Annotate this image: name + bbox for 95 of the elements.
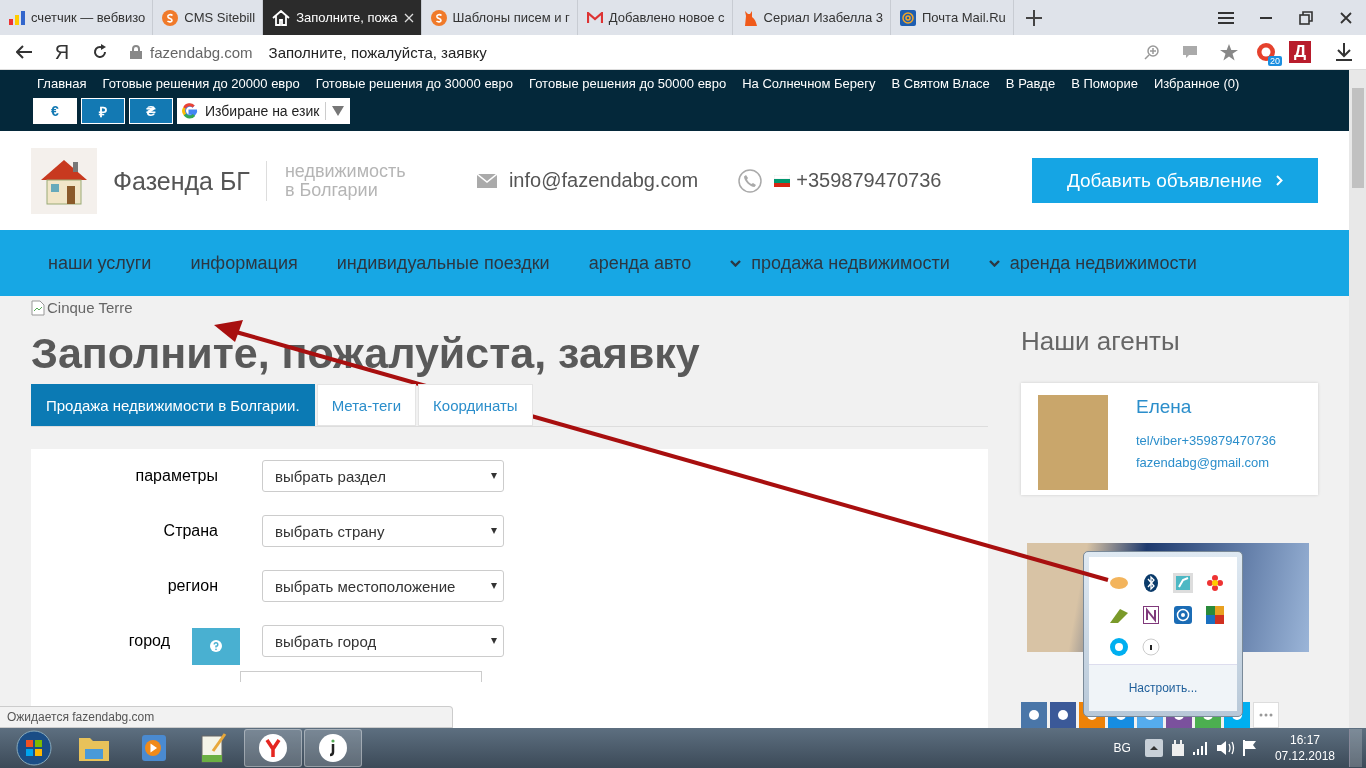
folder-icon[interactable] bbox=[79, 735, 109, 761]
share-button[interactable] bbox=[1050, 702, 1076, 728]
input-field[interactable] bbox=[240, 671, 482, 682]
phone-text: +359879470736 bbox=[796, 169, 942, 192]
field-label: город bbox=[128, 632, 170, 650]
image-alt-text: Cinque Terre bbox=[47, 299, 133, 316]
close-icon[interactable] bbox=[1340, 11, 1352, 24]
currency-button[interactable]: ₴ bbox=[129, 98, 173, 124]
site-name: Фазенда БГ bbox=[113, 160, 267, 201]
field-label: регион bbox=[167, 577, 218, 595]
agent-phone[interactable]: tel/viber+359879470736 bbox=[1136, 430, 1276, 452]
flag-icon[interactable] bbox=[1242, 740, 1257, 756]
signal-icon[interactable] bbox=[1192, 741, 1209, 755]
currency-button[interactable]: ₽ bbox=[81, 98, 125, 124]
yandex-button[interactable]: Я bbox=[46, 38, 78, 66]
flag-icon bbox=[774, 174, 791, 187]
notepad-icon[interactable] bbox=[201, 733, 227, 763]
yandex-browser-icon[interactable] bbox=[258, 733, 288, 763]
menu-item[interactable]: наши услуги bbox=[48, 252, 152, 274]
share-icon bbox=[1057, 709, 1069, 721]
back-arrow-icon bbox=[16, 45, 32, 59]
nav-link[interactable]: Готовые решения до 50000 евро bbox=[529, 76, 727, 91]
select-field[interactable]: выбрать город bbox=[262, 625, 504, 657]
leaf-icon[interactable] bbox=[1110, 607, 1128, 623]
more-icon bbox=[1259, 713, 1273, 717]
browser-tab[interactable]: Заполните, пожа bbox=[263, 0, 422, 35]
select-field[interactable]: выбрать страну bbox=[262, 515, 504, 547]
share-button[interactable] bbox=[1021, 702, 1047, 728]
customize-link[interactable]: Настроить... bbox=[1128, 681, 1198, 695]
select-field[interactable]: выбрать раздел bbox=[262, 460, 504, 492]
broken-image-icon bbox=[31, 299, 45, 316]
agents-title: Наши агенты bbox=[1021, 326, 1181, 357]
status-text: Ожидается fazendabg.com bbox=[0, 706, 453, 728]
s-logo-icon bbox=[162, 9, 179, 26]
power-plug-icon[interactable] bbox=[1170, 740, 1185, 756]
notebook-icon[interactable] bbox=[1143, 606, 1159, 624]
question-icon bbox=[210, 640, 222, 652]
menu-item[interactable]: информация bbox=[190, 252, 298, 274]
phone-icon bbox=[738, 168, 763, 193]
agent-name[interactable]: Елена bbox=[1136, 396, 1276, 418]
form-tab[interactable]: Координаты bbox=[418, 384, 533, 426]
lock-icon bbox=[130, 45, 142, 59]
minimize-icon[interactable] bbox=[1260, 16, 1272, 19]
tiles-icon[interactable] bbox=[1206, 606, 1224, 624]
menu-icon[interactable] bbox=[1218, 11, 1234, 24]
menu-item[interactable]: индивидуальные поездки bbox=[336, 252, 550, 274]
play-icon[interactable] bbox=[142, 735, 166, 761]
menu-item[interactable]: продажа недвижимости bbox=[730, 252, 950, 274]
envelope-icon bbox=[586, 11, 603, 24]
nav-link[interactable]: Избранное (0) bbox=[1153, 76, 1240, 91]
chevron-right-icon bbox=[1276, 175, 1284, 186]
field-label: Страна bbox=[163, 522, 218, 540]
volume-icon[interactable] bbox=[1216, 741, 1235, 755]
menu-item[interactable]: аренда авто bbox=[588, 252, 692, 274]
form-tab[interactable]: Мета-теги bbox=[316, 384, 417, 426]
gauge-icon[interactable] bbox=[1174, 606, 1192, 624]
nav-link[interactable]: На Солнечном Берегу bbox=[742, 76, 876, 91]
agent-email[interactable]: fazendabg@gmail.com bbox=[1136, 452, 1276, 474]
nav-link[interactable]: Готовые решения до 30000 евро bbox=[315, 76, 513, 91]
field-label: параметры bbox=[135, 467, 218, 485]
show-hidden-icons-button[interactable] bbox=[1144, 739, 1163, 757]
nav-link[interactable]: В Поморие bbox=[1071, 76, 1138, 91]
bar-chart-icon bbox=[9, 10, 25, 25]
scrollbar[interactable] bbox=[1349, 70, 1366, 728]
clock[interactable]: 16:17 07.12.2018 bbox=[1274, 732, 1335, 764]
reload-icon bbox=[92, 44, 108, 60]
language-indicator[interactable]: BG bbox=[1113, 741, 1131, 755]
zoom-icon[interactable] bbox=[1144, 44, 1160, 60]
star-icon[interactable] bbox=[1220, 43, 1238, 61]
house-icon bbox=[272, 9, 291, 26]
site-tagline: недвижимость в Болгарии bbox=[284, 161, 407, 200]
email-text: info@fazendabg.com bbox=[508, 169, 699, 192]
nav-link[interactable]: Готовые решения до 20000 евро bbox=[102, 76, 300, 91]
restore-icon[interactable] bbox=[1299, 10, 1313, 25]
nav-link[interactable]: Главная bbox=[37, 76, 87, 91]
g-logo-icon bbox=[181, 102, 199, 120]
flower-icon[interactable] bbox=[1207, 575, 1223, 591]
nav-link[interactable]: В Равде bbox=[1005, 76, 1056, 91]
envelope-icon bbox=[476, 173, 497, 188]
s-logo-icon bbox=[430, 9, 447, 26]
form-tab[interactable]: Продажа недвижимости в Болгарии. bbox=[31, 384, 315, 426]
share-icon bbox=[1028, 709, 1040, 721]
bluetooth-icon[interactable] bbox=[1144, 574, 1158, 592]
language-select[interactable]: Избиране на език bbox=[177, 98, 351, 124]
dropdown-arrow-icon bbox=[332, 106, 345, 116]
download-icon[interactable] bbox=[1336, 43, 1352, 61]
house-logo[interactable] bbox=[31, 147, 97, 214]
start-orb-icon[interactable] bbox=[16, 730, 52, 766]
plus-icon[interactable] bbox=[1025, 9, 1042, 26]
select-field[interactable]: выбрать местоположение bbox=[262, 570, 504, 602]
menu-item[interactable]: аренда недвижимости bbox=[988, 252, 1197, 274]
at-sign-icon bbox=[900, 9, 916, 26]
extension-button[interactable]: Д bbox=[1289, 41, 1311, 63]
nav-link[interactable]: В Святом Власе bbox=[891, 76, 990, 91]
currency-button[interactable]: € bbox=[33, 98, 77, 124]
